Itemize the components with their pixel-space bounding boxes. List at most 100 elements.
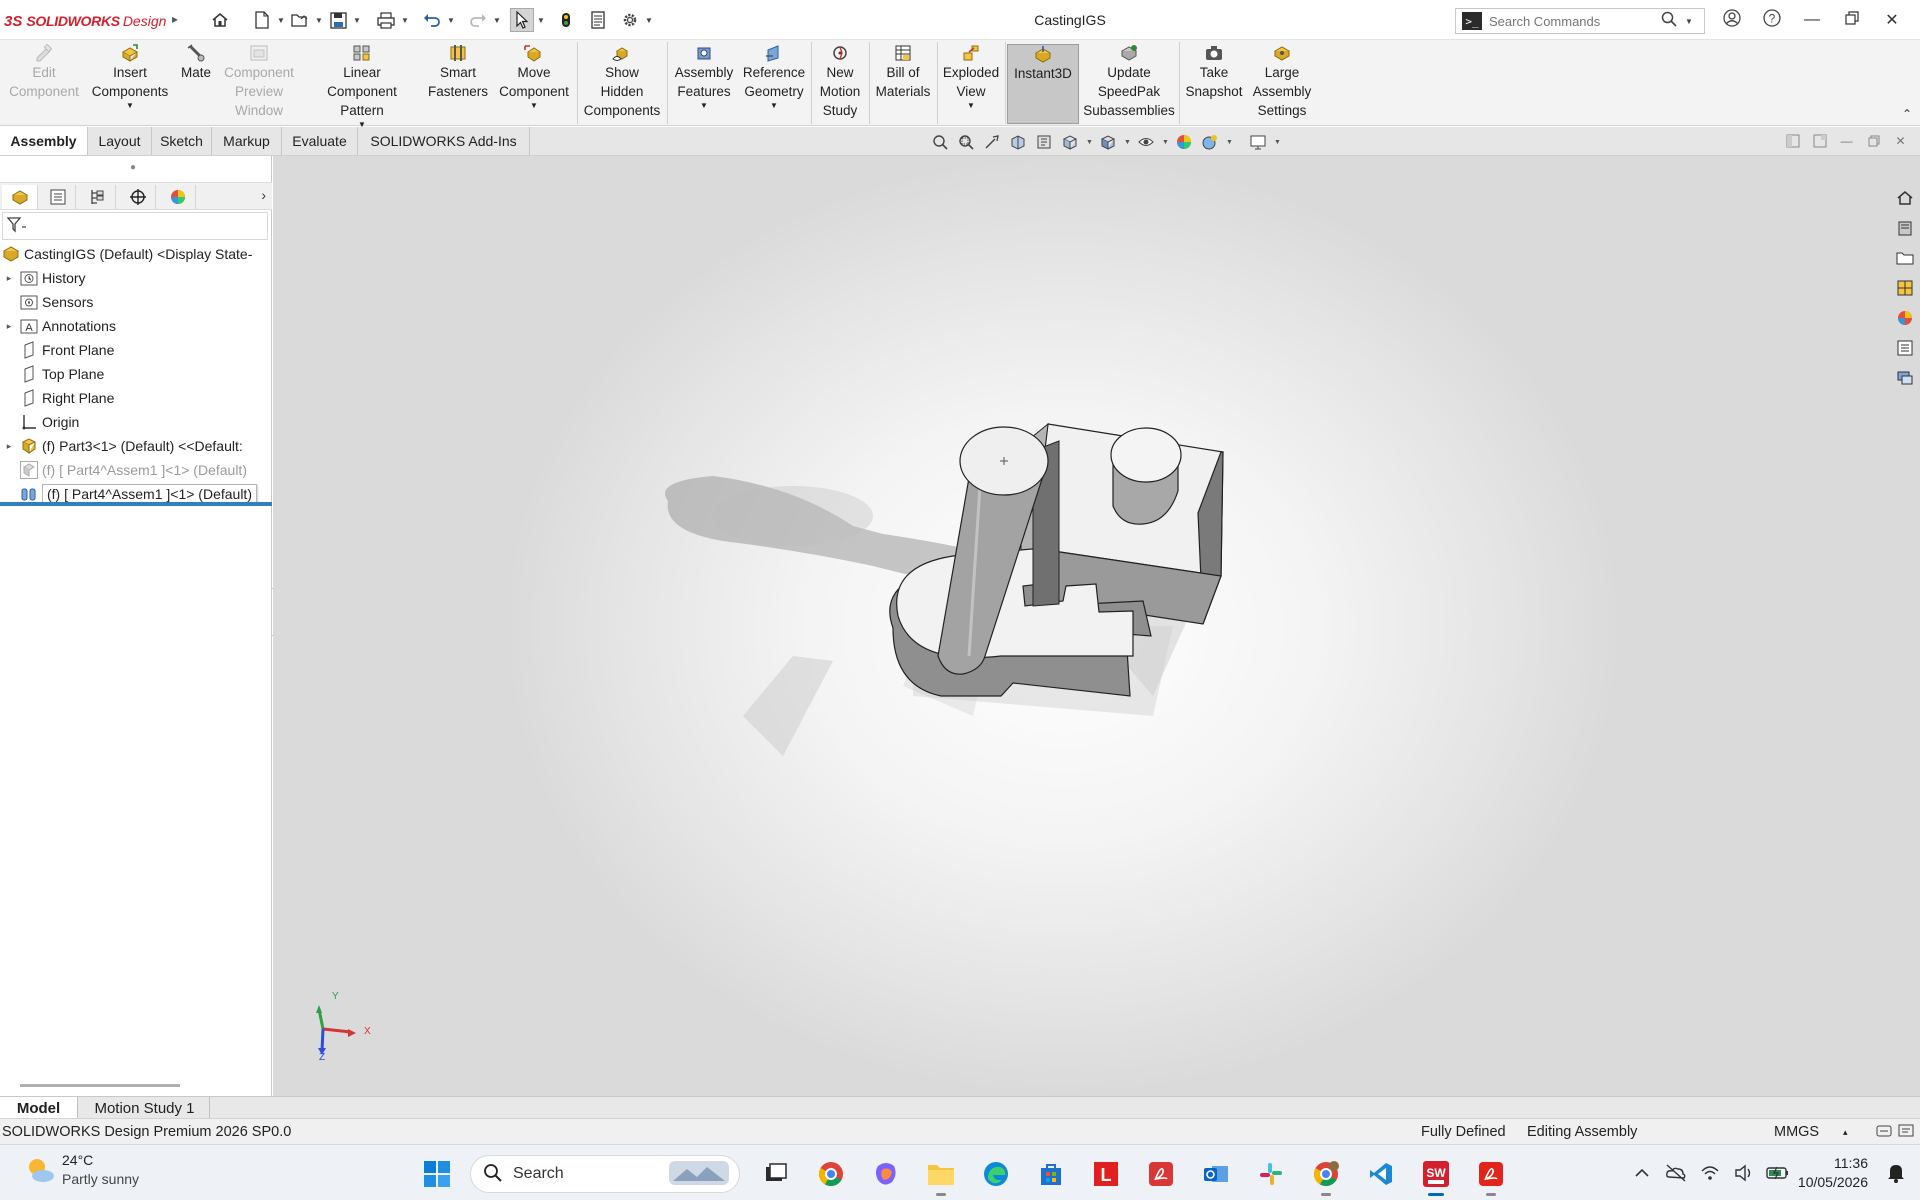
zoom-to-area-icon[interactable] (956, 133, 976, 151)
tab-motion-study-1[interactable]: Motion Study 1 (80, 1097, 210, 1119)
rollback-bar[interactable] (0, 502, 272, 506)
configurationmanager-tab-icon[interactable] (80, 185, 116, 209)
copilot-icon[interactable] (864, 1156, 908, 1192)
acrobat-icon[interactable] (1469, 1156, 1513, 1196)
undo-icon[interactable] (420, 8, 444, 32)
tree-item-top-plane[interactable]: Top Plane (0, 362, 272, 386)
tree-root-assembly[interactable]: CastingIGS (Default) <Display State- (0, 242, 272, 266)
notification-status-icon[interactable] (1898, 1123, 1914, 1143)
open-folder-icon[interactable] (288, 8, 312, 32)
expand-arrow-icon[interactable]: ▸ (4, 321, 14, 332)
options-gear-icon[interactable] (618, 8, 642, 32)
options-dropdown-icon[interactable]: ▼ (644, 8, 654, 32)
featuremanager-tab-icon[interactable] (2, 185, 38, 209)
filter-funnel-icon[interactable] (6, 217, 27, 236)
rebuild-status-icon[interactable] (1876, 1123, 1892, 1143)
update-speedpak-button[interactable]: Update SpeedPak Subassemblies (1081, 44, 1177, 124)
file-explorer-icon[interactable] (919, 1156, 963, 1196)
solidworks-taskbar-icon[interactable]: SW (1414, 1156, 1458, 1196)
apply-scene-icon[interactable] (1200, 133, 1220, 151)
tab-model[interactable]: Model (0, 1097, 78, 1119)
assembly-model-render[interactable] (273, 156, 1920, 1096)
solidworks-logo[interactable]: 3S SOLIDWORKS Design (4, 10, 166, 32)
pdf-reader-icon[interactable] (1139, 1156, 1183, 1192)
save-icon[interactable] (326, 8, 350, 32)
large-assembly-settings-button[interactable]: Large Assembly Settings (1249, 44, 1315, 124)
show-hidden-components-button[interactable]: Show Hidden Components (579, 44, 665, 124)
microsoft-store-icon[interactable] (1029, 1156, 1073, 1192)
edit-component-button[interactable]: Edit Component (4, 44, 84, 124)
mate-button[interactable]: Mate (176, 44, 216, 124)
battery-charging-icon[interactable] (1764, 1165, 1792, 1181)
view-orientation-icon[interactable] (1060, 133, 1080, 151)
propertymanager-tab-icon[interactable] (40, 185, 76, 209)
account-icon[interactable] (1712, 8, 1752, 33)
component-preview-window-button[interactable]: Component Preview Window (218, 44, 300, 124)
appearances-scenes-icon[interactable] (1893, 306, 1917, 330)
tree-filter[interactable] (2, 212, 268, 240)
home-icon[interactable] (208, 8, 232, 32)
hide-show-items-icon[interactable] (1136, 133, 1156, 151)
view-palette-icon[interactable] (1893, 276, 1917, 300)
taskbar-search-box[interactable]: Search (470, 1155, 740, 1193)
doc-close-icon[interactable]: ✕ (1892, 132, 1909, 149)
doc-restore-icon[interactable] (1865, 132, 1882, 149)
unit-system-selector[interactable]: MMGS (1774, 1124, 1819, 1140)
windows-start-icon[interactable] (415, 1156, 459, 1192)
panel-grip-icon[interactable]: ● (130, 162, 136, 173)
section-view-icon[interactable] (1008, 133, 1028, 151)
select-cursor-icon[interactable] (510, 8, 534, 32)
tree-item-annotations[interactable]: ▸ A Annotations (0, 314, 272, 338)
new-document-icon[interactable] (250, 8, 274, 32)
help-icon[interactable]: ? (1752, 8, 1792, 33)
tab-sketch[interactable]: Sketch (152, 127, 212, 155)
search-icon[interactable] (1661, 11, 1677, 32)
exploded-view-button[interactable]: Exploded View ▼ (939, 44, 1003, 124)
tree-item-part3[interactable]: ▸ (f) Part3<1> (Default) <<Default: (0, 434, 272, 458)
redo-dropdown-icon[interactable]: ▼ (492, 8, 502, 32)
move-component-button[interactable]: Move Component ▼ (494, 44, 574, 124)
horizontal-scrollbar[interactable] (20, 1084, 180, 1087)
vscode-icon[interactable] (1359, 1156, 1403, 1192)
dynamic-annotation-icon[interactable] (1034, 133, 1054, 151)
more-tabs-chevron-icon[interactable]: › (261, 187, 266, 203)
search-dropdown-icon[interactable]: ▼ (1685, 17, 1693, 26)
zoom-to-fit-icon[interactable] (930, 133, 950, 151)
dimxpert-tab-icon[interactable] (120, 185, 156, 209)
file-explorer-icon[interactable] (1893, 246, 1917, 270)
notification-bell-icon[interactable] (1882, 1162, 1910, 1184)
open-dropdown-icon[interactable]: ▼ (314, 8, 324, 32)
slack-icon[interactable] (1249, 1156, 1293, 1192)
reference-geometry-dropdown-icon[interactable]: ▼ (770, 101, 778, 111)
show-hidden-icons-chevron-icon[interactable] (1628, 1168, 1656, 1178)
tree-item-right-plane[interactable]: Right Plane (0, 386, 272, 410)
tree-item-part4-virtual[interactable]: (f) [ Part4^Assem1 ]<1> (Default) (0, 458, 272, 482)
undo-dropdown-icon[interactable]: ▼ (446, 8, 456, 32)
restore-icon[interactable] (1832, 10, 1872, 30)
custom-properties-icon[interactable] (1893, 336, 1917, 360)
tab-assembly[interactable]: Assembly (0, 127, 88, 155)
displaymanager-tab-icon[interactable] (160, 185, 196, 209)
smart-fasteners-button[interactable]: Smart Fasteners (422, 44, 494, 124)
linear-component-pattern-button[interactable]: Linear Component Pattern ▼ (302, 44, 422, 129)
new-dropdown-icon[interactable]: ▼ (276, 8, 286, 32)
print-dropdown-icon[interactable]: ▼ (400, 8, 410, 32)
print-icon[interactable] (374, 8, 398, 32)
tree-item-origin[interactable]: Origin (0, 410, 272, 434)
doc-minimize-icon[interactable]: — (1838, 132, 1855, 149)
exploded-view-dropdown-icon[interactable]: ▼ (967, 101, 975, 111)
solidworks-resources-home-icon[interactable] (1893, 186, 1917, 210)
tree-item-history[interactable]: ▸ History (0, 266, 272, 290)
edit-appearance-icon[interactable] (1174, 133, 1194, 151)
expand-arrow-icon[interactable]: ▸ (4, 273, 14, 284)
instant3d-button[interactable]: Instant3D (1007, 44, 1079, 124)
outlook-icon[interactable] (1194, 1156, 1238, 1192)
edge-icon[interactable] (974, 1156, 1018, 1192)
redo-icon[interactable] (466, 8, 490, 32)
bill-of-materials-button[interactable]: Bill of Materials (871, 44, 935, 124)
display-style-icon[interactable] (1098, 133, 1118, 151)
tile-left-icon[interactable] (1784, 132, 1801, 149)
l-app-icon[interactable]: L (1084, 1156, 1128, 1192)
tree-item-sensors[interactable]: Sensors (0, 290, 272, 314)
select-dropdown-icon[interactable]: ▼ (536, 8, 546, 32)
